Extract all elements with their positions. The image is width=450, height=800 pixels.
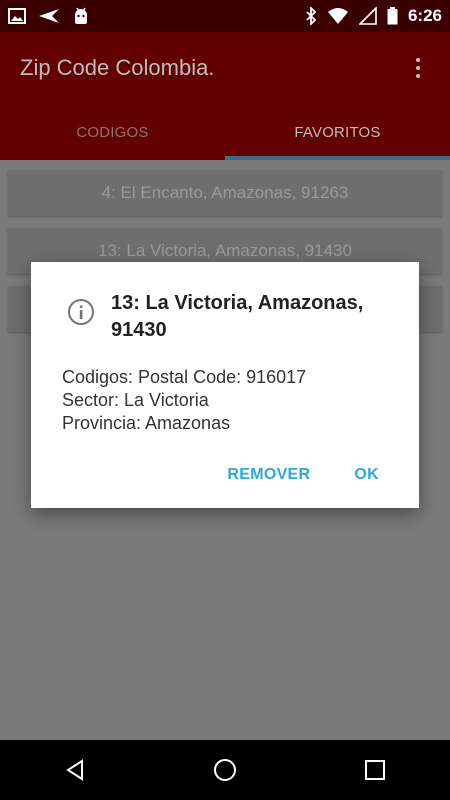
app-bar: Zip Code Colombia.	[0, 32, 450, 104]
send-icon	[38, 8, 60, 24]
tab-favoritos[interactable]: FAVORITOS	[225, 104, 450, 160]
back-icon[interactable]	[55, 750, 95, 790]
dialog-line-sector: Sector: La Victoria	[62, 390, 209, 410]
overflow-menu-icon[interactable]	[406, 58, 430, 78]
remove-button[interactable]: REMOVER	[227, 466, 310, 484]
dialog-body: Codigos: Postal Code: 916017 Sector: La …	[62, 366, 399, 435]
app-title: Zip Code Colombia.	[20, 55, 215, 80]
home-icon[interactable]	[205, 750, 245, 790]
dialog-actions: REMOVER OK	[227, 466, 379, 484]
status-bar: 6:26	[0, 0, 450, 32]
recents-icon[interactable]	[355, 750, 395, 790]
dialog-header: 13: La Victoria, Amazonas, 91430	[67, 290, 395, 344]
tab-bar: CODIGOS FAVORITOS	[0, 104, 450, 160]
dialog-line-postal-code: Codigos: Postal Code: 916017	[62, 367, 307, 387]
battery-icon	[387, 7, 398, 25]
android-icon	[72, 7, 90, 25]
ok-button[interactable]: OK	[354, 466, 379, 484]
navigation-bar	[0, 740, 450, 800]
wifi-icon	[327, 7, 349, 25]
image-icon	[8, 8, 26, 24]
tab-codigos[interactable]: CODIGOS	[0, 104, 225, 160]
signal-icon	[358, 7, 377, 25]
dialog-line-provincia: Provincia: Amazonas	[62, 413, 231, 433]
dialog-title: 13: La Victoria, Amazonas, 91430	[111, 292, 364, 341]
details-dialog: 13: La Victoria, Amazonas, 91430 Codigos…	[31, 262, 419, 508]
bluetooth-icon	[305, 7, 317, 25]
info-icon	[67, 298, 95, 326]
list-item[interactable]: 4: El Encanto, Amazonas, 91263	[8, 170, 442, 216]
status-time: 6:26	[407, 6, 442, 25]
